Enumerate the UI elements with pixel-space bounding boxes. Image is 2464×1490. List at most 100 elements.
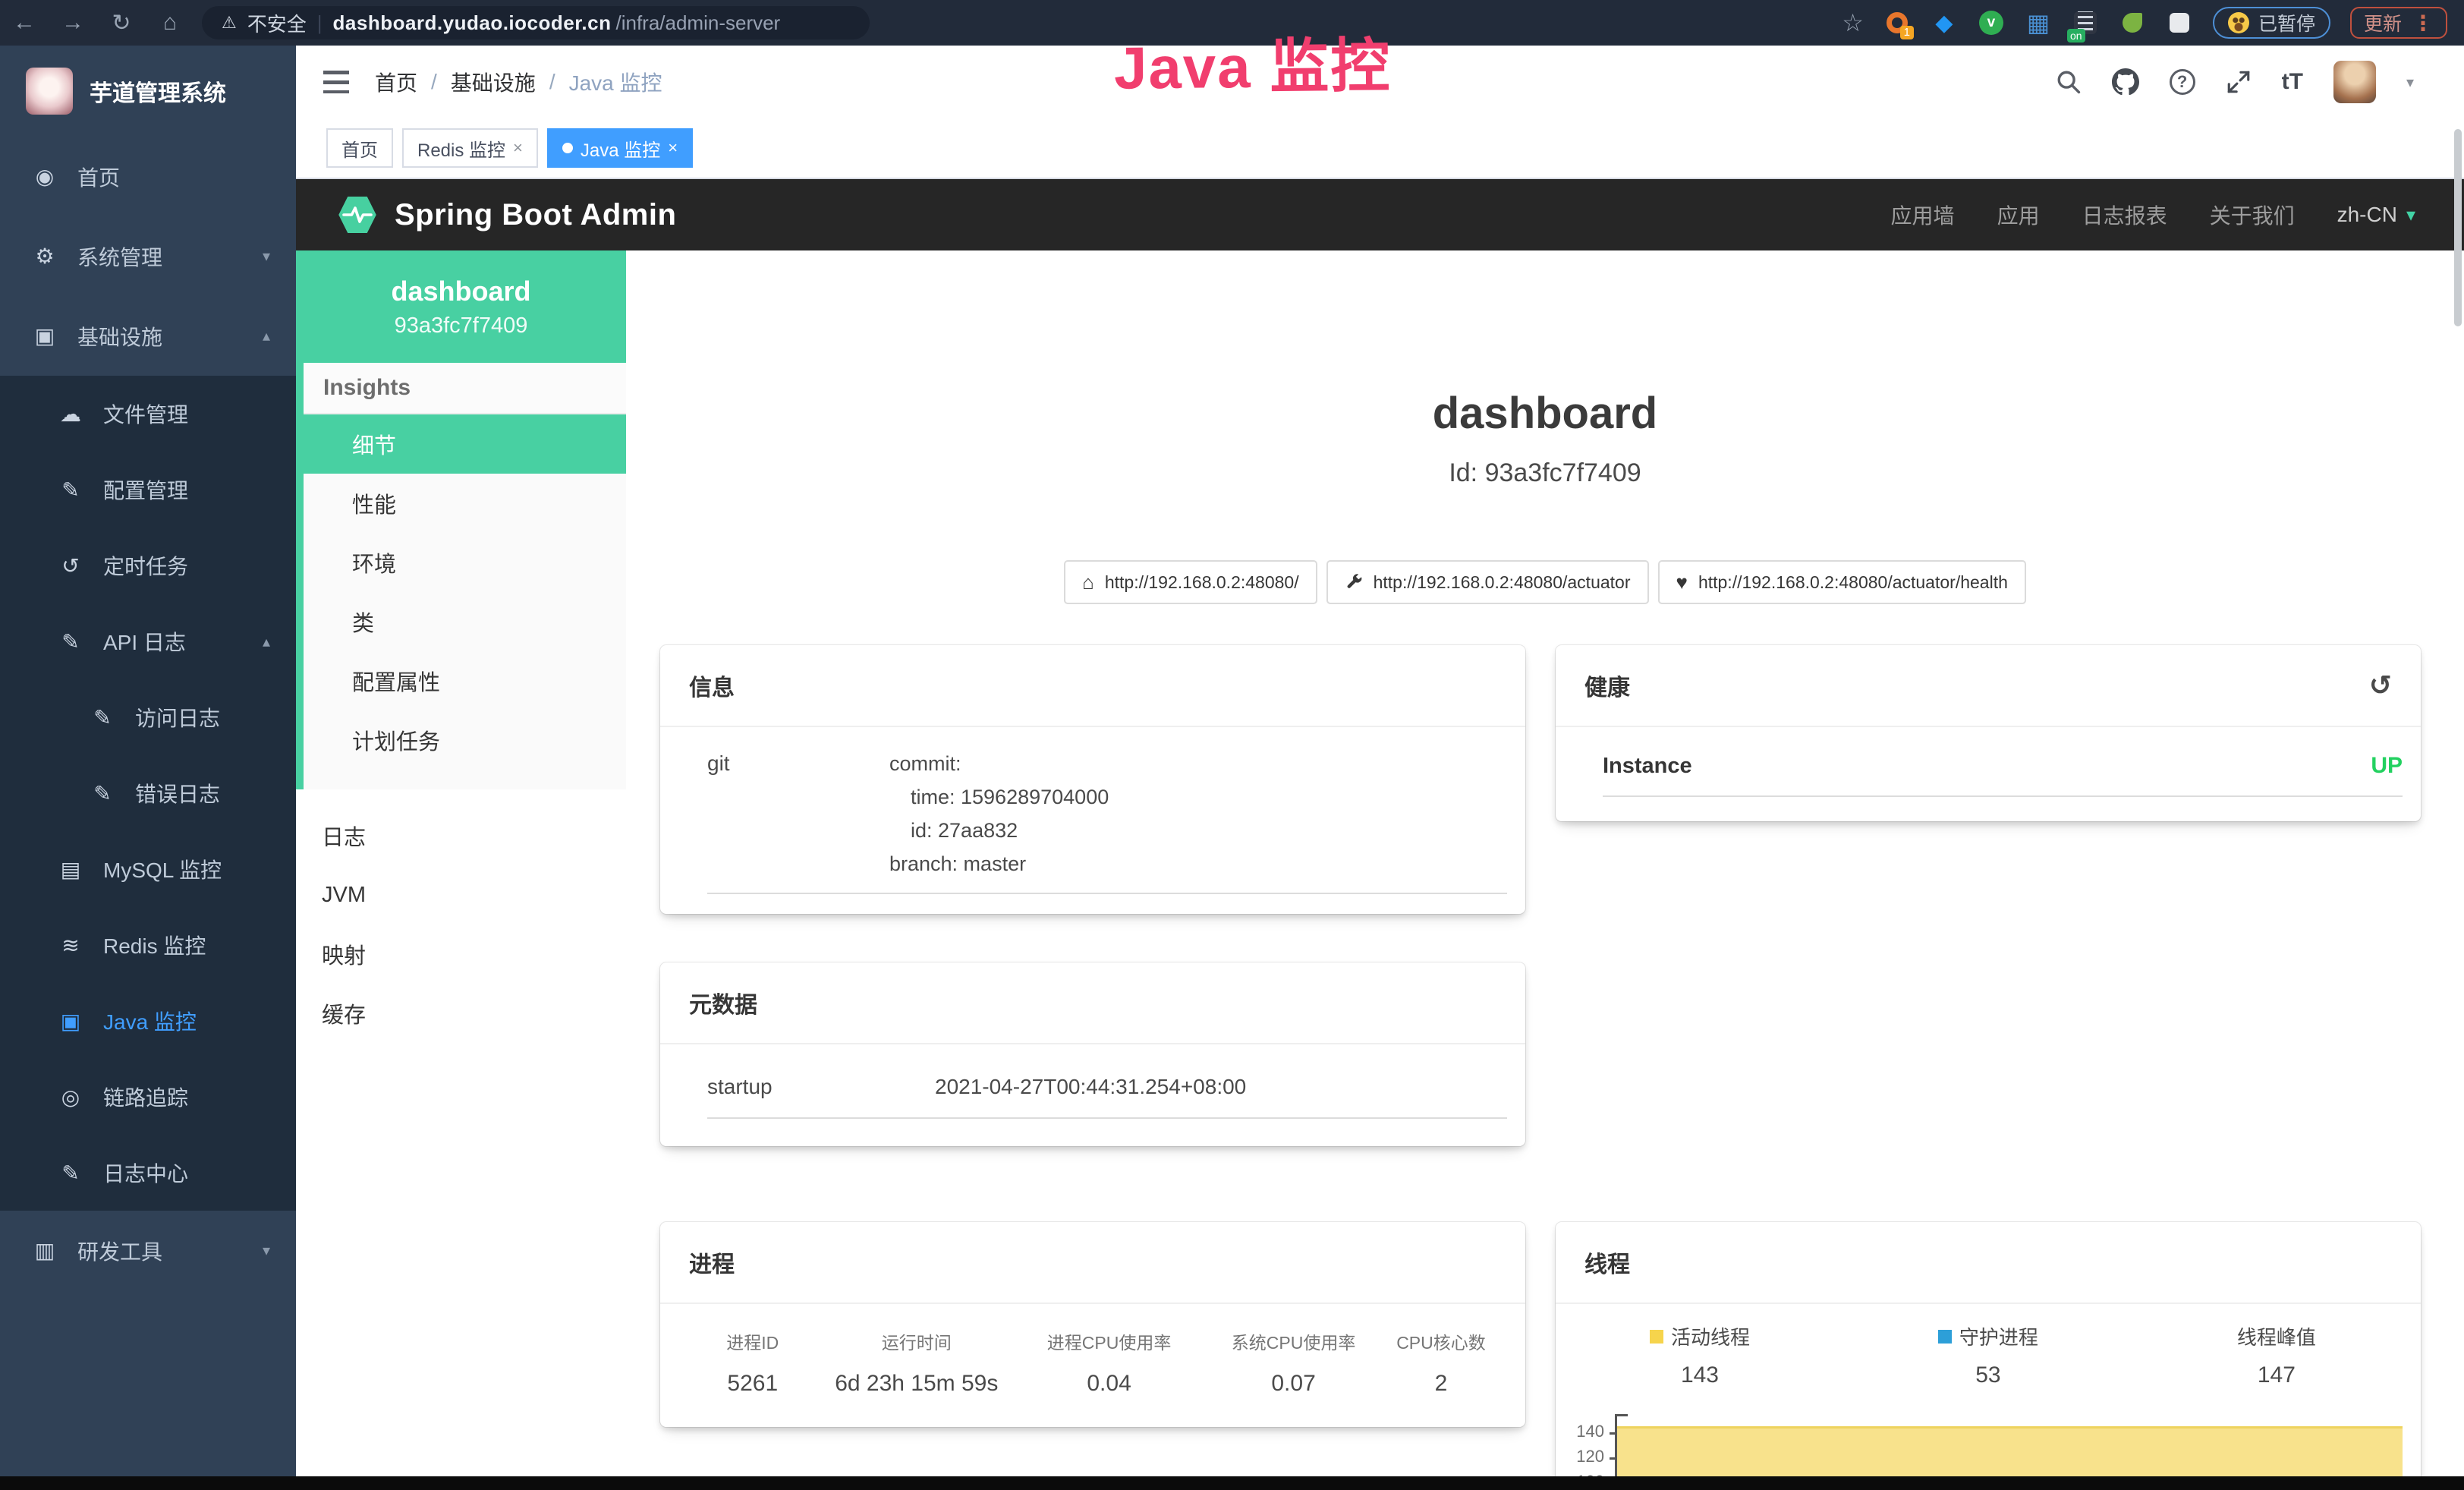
extension-puzzle-icon[interactable]: [2166, 9, 2193, 36]
avatar-caret-icon[interactable]: ▾: [2406, 73, 2414, 92]
service-url-chip[interactable]: ⌂ http://192.168.0.2:48080/: [1064, 560, 1317, 604]
kebab-menu-icon[interactable]: ⋮: [2412, 11, 2434, 36]
sba-menu-mappings[interactable]: 映射: [296, 925, 626, 984]
health-history-icon[interactable]: ↺: [2369, 669, 2392, 701]
hamburger-icon[interactable]: [323, 71, 349, 93]
active-dot-icon: [562, 143, 573, 153]
breadcrumb-separator: /: [549, 70, 555, 94]
sba-nav-journal[interactable]: 日志报表: [2082, 200, 2167, 230]
extension-onetab-icon[interactable]: on: [2072, 9, 2099, 36]
close-icon[interactable]: ×: [668, 138, 678, 158]
sidebar-item-infra[interactable]: ▣ 基础设施 ▴: [0, 296, 296, 376]
extension-leaf-icon[interactable]: [2119, 9, 2146, 36]
chevron-down-icon: ▾: [263, 1241, 270, 1260]
breadcrumb-home[interactable]: 首页: [375, 67, 417, 97]
breadcrumb-infra[interactable]: 基础设施: [451, 67, 536, 97]
sidebar-item-home[interactable]: ◉ 首页: [0, 137, 296, 216]
user-avatar[interactable]: [2333, 61, 2376, 103]
sidebar-item-error-logs[interactable]: ✎ 错误日志: [0, 755, 296, 831]
address-bar[interactable]: ⚠ 不安全 | dashboard.yudao.iocoder.cn /infr…: [202, 6, 870, 39]
sidebar-item-api-logs[interactable]: ✎ API 日志 ▴: [0, 603, 296, 679]
fullscreen-icon[interactable]: [2226, 69, 2252, 95]
extension-vue-icon[interactable]: v: [1978, 9, 2005, 36]
reload-icon[interactable]: ↻: [97, 10, 146, 36]
app-logo-row[interactable]: 芋道管理系统: [0, 46, 296, 137]
info-card: 信息 git commit: time: 1596289704000 id: 2…: [660, 645, 1525, 914]
paused-extension-pill[interactable]: 已暂停: [2213, 7, 2330, 39]
sba-sidebar: dashboard 93a3fc7f7409 Insights 细节 性能 环境…: [296, 250, 626, 1490]
github-icon[interactable]: [2112, 68, 2139, 96]
tab-label: Redis 监控: [417, 135, 505, 162]
sba-menu-caches[interactable]: 缓存: [296, 984, 626, 1043]
health-card: 健康 ↺ Instance UP: [1556, 645, 2421, 821]
sba-menu-config-props[interactable]: 配置属性: [304, 651, 626, 710]
forward-icon[interactable]: →: [49, 10, 97, 36]
sidebar-item-dev-tools[interactable]: ▥ 研发工具 ▾: [0, 1211, 296, 1290]
process-col-header: 进程CPU使用率: [1011, 1328, 1207, 1354]
sba-language-select[interactable]: zh-CN ▾: [2337, 203, 2415, 227]
live-threads-value: 143: [1681, 1362, 1719, 1388]
live-threads-swatch-icon: [1650, 1330, 1663, 1344]
sba-root-menu-group: 日志 JVM 映射 缓存: [296, 806, 626, 1043]
search-icon[interactable]: [2056, 69, 2082, 95]
sba-menu-jvm[interactable]: JVM: [296, 865, 626, 925]
app-title: 芋道管理系统: [90, 74, 226, 108]
sidebar-item-system[interactable]: ⚙ 系统管理 ▾: [0, 216, 296, 296]
help-icon[interactable]: ?: [2170, 69, 2195, 95]
sba-menu-logs[interactable]: 日志: [296, 806, 626, 865]
sidebar-item-config-manage[interactable]: ✎ 配置管理: [0, 452, 296, 528]
browser-home-icon[interactable]: ⌂: [146, 10, 194, 36]
sba-menu-classes[interactable]: 类: [304, 592, 626, 651]
sba-nav-wallboard[interactable]: 应用墙: [1891, 200, 1955, 230]
scrollbar-thumb[interactable]: [2454, 129, 2462, 326]
threads-card-title: 线程: [1584, 1246, 1630, 1279]
sidebar-item-mysql-monitor[interactable]: ▤ MySQL 监控: [0, 831, 296, 907]
tab-label: Java 监控: [581, 135, 660, 162]
close-icon[interactable]: ×: [513, 138, 523, 158]
sidebar-item-redis-monitor[interactable]: ≋ Redis 监控: [0, 907, 296, 983]
sba-nav-about[interactable]: 关于我们: [2210, 200, 2295, 230]
sidebar-item-file-manage[interactable]: ☁ 文件管理: [0, 376, 296, 452]
sba-menu-details[interactable]: 细节: [296, 414, 626, 474]
process-pid: 5261: [683, 1371, 823, 1397]
endpoint-chips: ⌂ http://192.168.0.2:48080/ http://192.1…: [626, 560, 2464, 604]
cloud-upload-icon: ☁: [58, 402, 83, 427]
dashboard-icon: ◉: [32, 164, 58, 189]
actuator-url-chip[interactable]: http://192.168.0.2:48080/actuator: [1326, 560, 1649, 604]
sba-menu-environment[interactable]: 环境: [304, 533, 626, 592]
sidebar-item-scheduled-tasks[interactable]: ↺ 定时任务: [0, 528, 296, 603]
tab-redis-monitor[interactable]: Redis 监控 ×: [402, 128, 538, 168]
extension-grid-icon[interactable]: ▦: [2025, 9, 2052, 36]
sba-brand[interactable]: Spring Boot Admin: [337, 192, 676, 238]
update-browser-button[interactable]: 更新 ⋮: [2350, 7, 2447, 39]
tab-java-monitor[interactable]: Java 监控 ×: [547, 128, 693, 168]
security-label: 不安全: [247, 9, 307, 37]
sidebar-item-access-logs[interactable]: ✎ 访问日志: [0, 679, 296, 755]
extension-colorzilla-icon[interactable]: 1: [1883, 9, 1911, 36]
warning-icon: ⚠: [222, 13, 237, 33]
sidebar-item-log-center[interactable]: ✎ 日志中心: [0, 1135, 296, 1211]
font-size-icon[interactable]: tT: [2282, 69, 2303, 95]
sba-nav-applications[interactable]: 应用: [1997, 200, 2040, 230]
tab-home[interactable]: 首页: [326, 128, 393, 168]
sidebar-item-label: 日志中心: [103, 1158, 188, 1188]
metadata-card: 元数据 startup 2021-04-27T00:44:31.254+08:0…: [660, 962, 1525, 1146]
sidebar-item-label: 系统管理: [77, 241, 162, 272]
sidebar-item-tracing[interactable]: ◎ 链路追踪: [0, 1059, 296, 1135]
health-url-chip[interactable]: ♥ http://192.168.0.2:48080/actuator/heal…: [1658, 560, 2026, 604]
eye-icon: ◎: [58, 1085, 83, 1110]
info-git-row: git commit: time: 1596289704000 id: 27aa…: [660, 727, 1525, 880]
sidebar-item-java-monitor[interactable]: ▣ Java 监控: [0, 983, 296, 1059]
sba-instance-header[interactable]: dashboard 93a3fc7f7409: [296, 250, 626, 363]
sidebar-item-label: 配置管理: [103, 474, 188, 505]
extension-pin-icon[interactable]: ◆: [1931, 9, 1958, 36]
git-commit-label: commit:: [889, 747, 1507, 780]
bookmark-star-icon[interactable]: ☆: [1842, 8, 1864, 37]
sba-menu-metrics[interactable]: 性能: [304, 474, 626, 533]
tab-label: 首页: [341, 135, 378, 162]
system-cpu: 0.07: [1207, 1371, 1380, 1397]
back-icon[interactable]: ←: [0, 10, 49, 36]
sba-menu-scheduled-tasks[interactable]: 计划任务: [304, 710, 626, 770]
process-card-title: 进程: [689, 1246, 735, 1279]
breadcrumb-separator: /: [431, 70, 437, 94]
